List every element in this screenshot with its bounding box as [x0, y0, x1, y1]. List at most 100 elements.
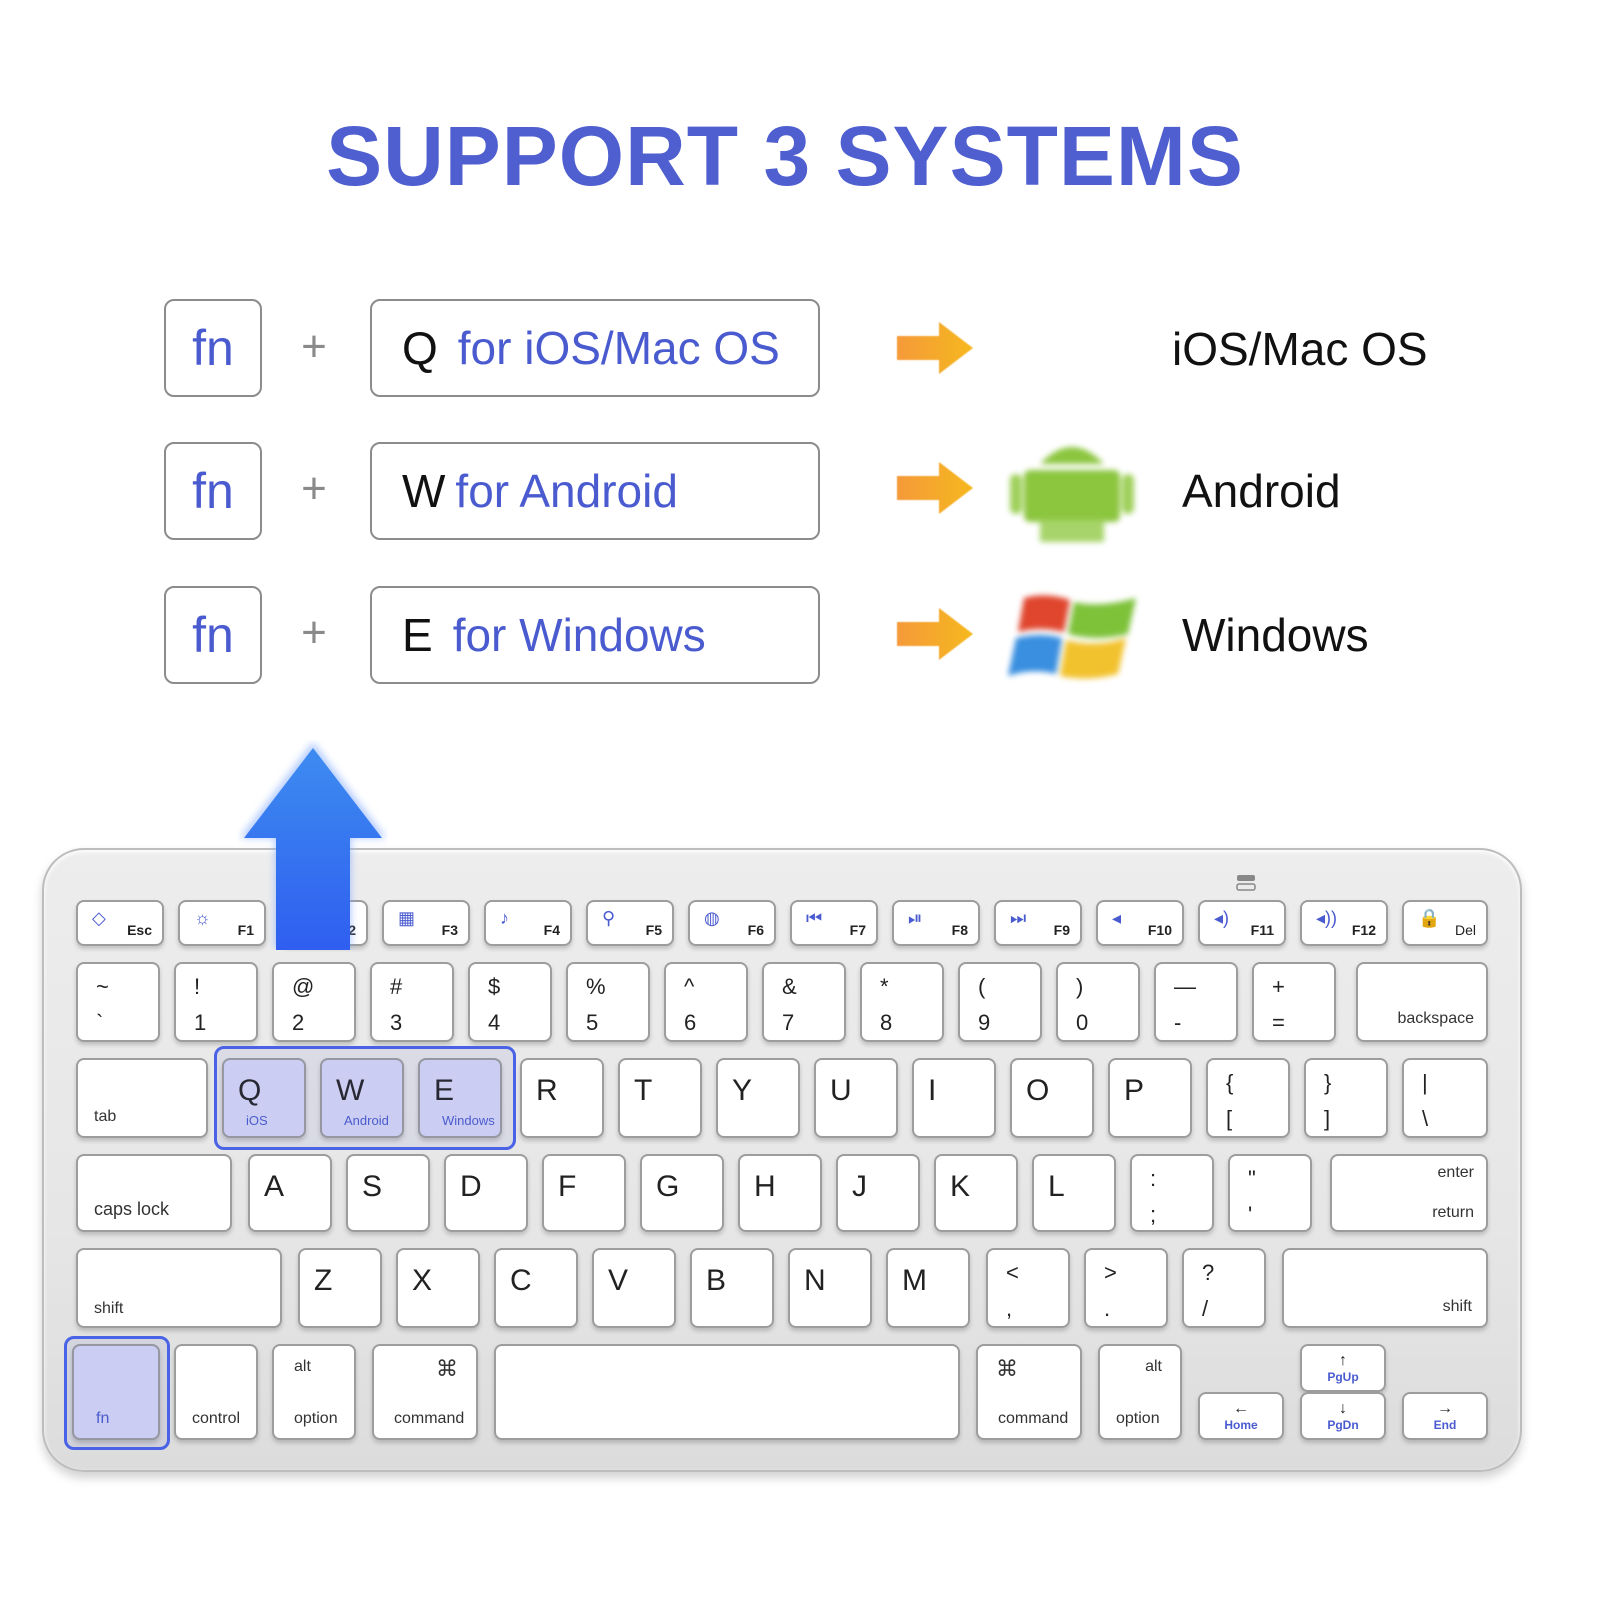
key-v[interactable]: V: [592, 1248, 676, 1328]
key-y[interactable]: Y: [716, 1058, 800, 1138]
key-5[interactable]: % 5: [566, 962, 650, 1042]
key-g[interactable]: G: [640, 1154, 724, 1232]
key-label: O: [1026, 1074, 1050, 1107]
key-command-right[interactable]: ⌘ command: [976, 1344, 1082, 1440]
lock-icon: 🔒: [1418, 908, 1441, 928]
key-label: I: [928, 1074, 937, 1107]
key-s[interactable]: S: [346, 1154, 430, 1232]
key-shift-label: +: [1272, 974, 1285, 999]
key-f4[interactable]: ♪ F4: [484, 900, 572, 946]
key-f12[interactable]: ◂)) F12: [1300, 900, 1388, 946]
key-u[interactable]: U: [814, 1058, 898, 1138]
key-punct[interactable]: :;: [1130, 1154, 1214, 1232]
key-`[interactable]: ~ `: [76, 962, 160, 1042]
key-label: F5: [645, 922, 662, 938]
key-bracket[interactable]: {[: [1206, 1058, 1290, 1138]
key-h[interactable]: H: [738, 1154, 822, 1232]
key-4[interactable]: $4: [468, 962, 552, 1042]
key-option-left[interactable]: alt option: [272, 1344, 356, 1440]
key-f5[interactable]: ⚲ F5: [586, 900, 674, 946]
key-bracket[interactable]: }]: [1304, 1058, 1388, 1138]
key-f6[interactable]: ◍ F6: [688, 900, 776, 946]
key-f8[interactable]: ⏯ F8: [892, 900, 980, 946]
key-label: tab: [94, 1108, 117, 1125]
key-f9[interactable]: ⏭ F9: [994, 900, 1082, 946]
key-label: L: [1048, 1170, 1065, 1203]
key-shift-label: ": [1248, 1166, 1256, 1191]
key-k[interactable]: K: [934, 1154, 1018, 1232]
key-punct[interactable]: " ': [1228, 1154, 1312, 1232]
key-shift-label: $: [488, 974, 501, 999]
key-caps-lock[interactable]: caps lock: [76, 1154, 232, 1232]
key-punct[interactable]: ? /: [1182, 1248, 1266, 1328]
key-space[interactable]: [494, 1344, 960, 1440]
key-3[interactable]: #3: [370, 962, 454, 1042]
key-shift-left[interactable]: shift: [76, 1248, 282, 1328]
key-label: 0: [1076, 1010, 1089, 1035]
key-label: C: [510, 1264, 532, 1297]
key-t[interactable]: T: [618, 1058, 702, 1138]
key-f10[interactable]: ◂ F10: [1096, 900, 1184, 946]
key-label: command: [394, 1410, 465, 1427]
key-n[interactable]: N: [788, 1248, 872, 1328]
key-a[interactable]: A: [248, 1154, 332, 1232]
combo-key: Q: [402, 322, 438, 374]
fn-highlight-frame: [64, 1336, 170, 1450]
key-backspace[interactable]: backspace: [1356, 962, 1488, 1042]
key-bracket[interactable]: | \: [1402, 1058, 1488, 1138]
key-8[interactable]: * 8: [860, 962, 944, 1042]
key-f7[interactable]: ⏮ F7: [790, 900, 878, 946]
key-label: N: [804, 1264, 826, 1297]
key-=[interactable]: + =: [1252, 962, 1336, 1042]
key-label: H: [754, 1170, 776, 1203]
music-icon: ♪: [500, 908, 509, 928]
key-label: alt: [1145, 1358, 1162, 1375]
key-shift-label: ?: [1202, 1260, 1215, 1285]
key-label: V: [608, 1264, 629, 1297]
key-7[interactable]: & 7: [762, 962, 846, 1042]
key-i[interactable]: I: [912, 1058, 996, 1138]
key-control[interactable]: control: [174, 1344, 258, 1440]
key-o[interactable]: O: [1010, 1058, 1094, 1138]
key-r[interactable]: R: [520, 1058, 604, 1138]
android-icon: [1010, 447, 1134, 542]
key-end[interactable]: → End: [1402, 1392, 1488, 1440]
key-m[interactable]: M: [886, 1248, 970, 1328]
key-x[interactable]: X: [396, 1248, 480, 1328]
key-z[interactable]: Z: [298, 1248, 382, 1328]
key-punct[interactable]: <,: [986, 1248, 1070, 1328]
key-j[interactable]: J: [836, 1154, 920, 1232]
key-option-right[interactable]: alt option: [1098, 1344, 1182, 1440]
key-pgup[interactable]: ↑ PgUp: [1300, 1344, 1386, 1392]
key-enter[interactable]: enter return: [1330, 1154, 1488, 1232]
combo-description: for iOS/Mac OS: [457, 322, 780, 374]
key-pgdn[interactable]: ↓ PgDn: [1300, 1392, 1386, 1440]
key-shift-right[interactable]: shift: [1282, 1248, 1488, 1328]
key-6[interactable]: ^ 6: [664, 962, 748, 1042]
key-home[interactable]: ← Home: [1198, 1392, 1284, 1440]
key-0[interactable]: ) 0: [1056, 962, 1140, 1042]
arrow-up-icon: ↑: [1339, 1352, 1347, 1369]
key-shift-label: ): [1076, 974, 1084, 999]
key-label: caps lock: [94, 1199, 170, 1219]
command-icon: ⌘: [436, 1356, 458, 1381]
key-p[interactable]: P: [1108, 1058, 1192, 1138]
key-esc[interactable]: ◇ Esc: [76, 900, 164, 946]
key--[interactable]: — -: [1154, 962, 1238, 1042]
key-label: -: [1174, 1010, 1182, 1035]
key-d[interactable]: D: [444, 1154, 528, 1232]
key-l[interactable]: L: [1032, 1154, 1116, 1232]
key-label: 1: [194, 1010, 207, 1035]
key-f3[interactable]: ▦ F3: [382, 900, 470, 946]
key-f11[interactable]: ◂) F11: [1198, 900, 1286, 946]
key-1[interactable]: ! 1: [174, 962, 258, 1042]
key-command-left[interactable]: ⌘ command: [372, 1344, 478, 1440]
key-9[interactable]: (9: [958, 962, 1042, 1042]
key-2[interactable]: @2: [272, 962, 356, 1042]
key-b[interactable]: B: [690, 1248, 774, 1328]
key-c[interactable]: C: [494, 1248, 578, 1328]
key-f[interactable]: F: [542, 1154, 626, 1232]
key-punct[interactable]: >.: [1084, 1248, 1168, 1328]
key-tab[interactable]: tab: [76, 1058, 208, 1138]
key-del[interactable]: 🔒 Del: [1402, 900, 1488, 946]
